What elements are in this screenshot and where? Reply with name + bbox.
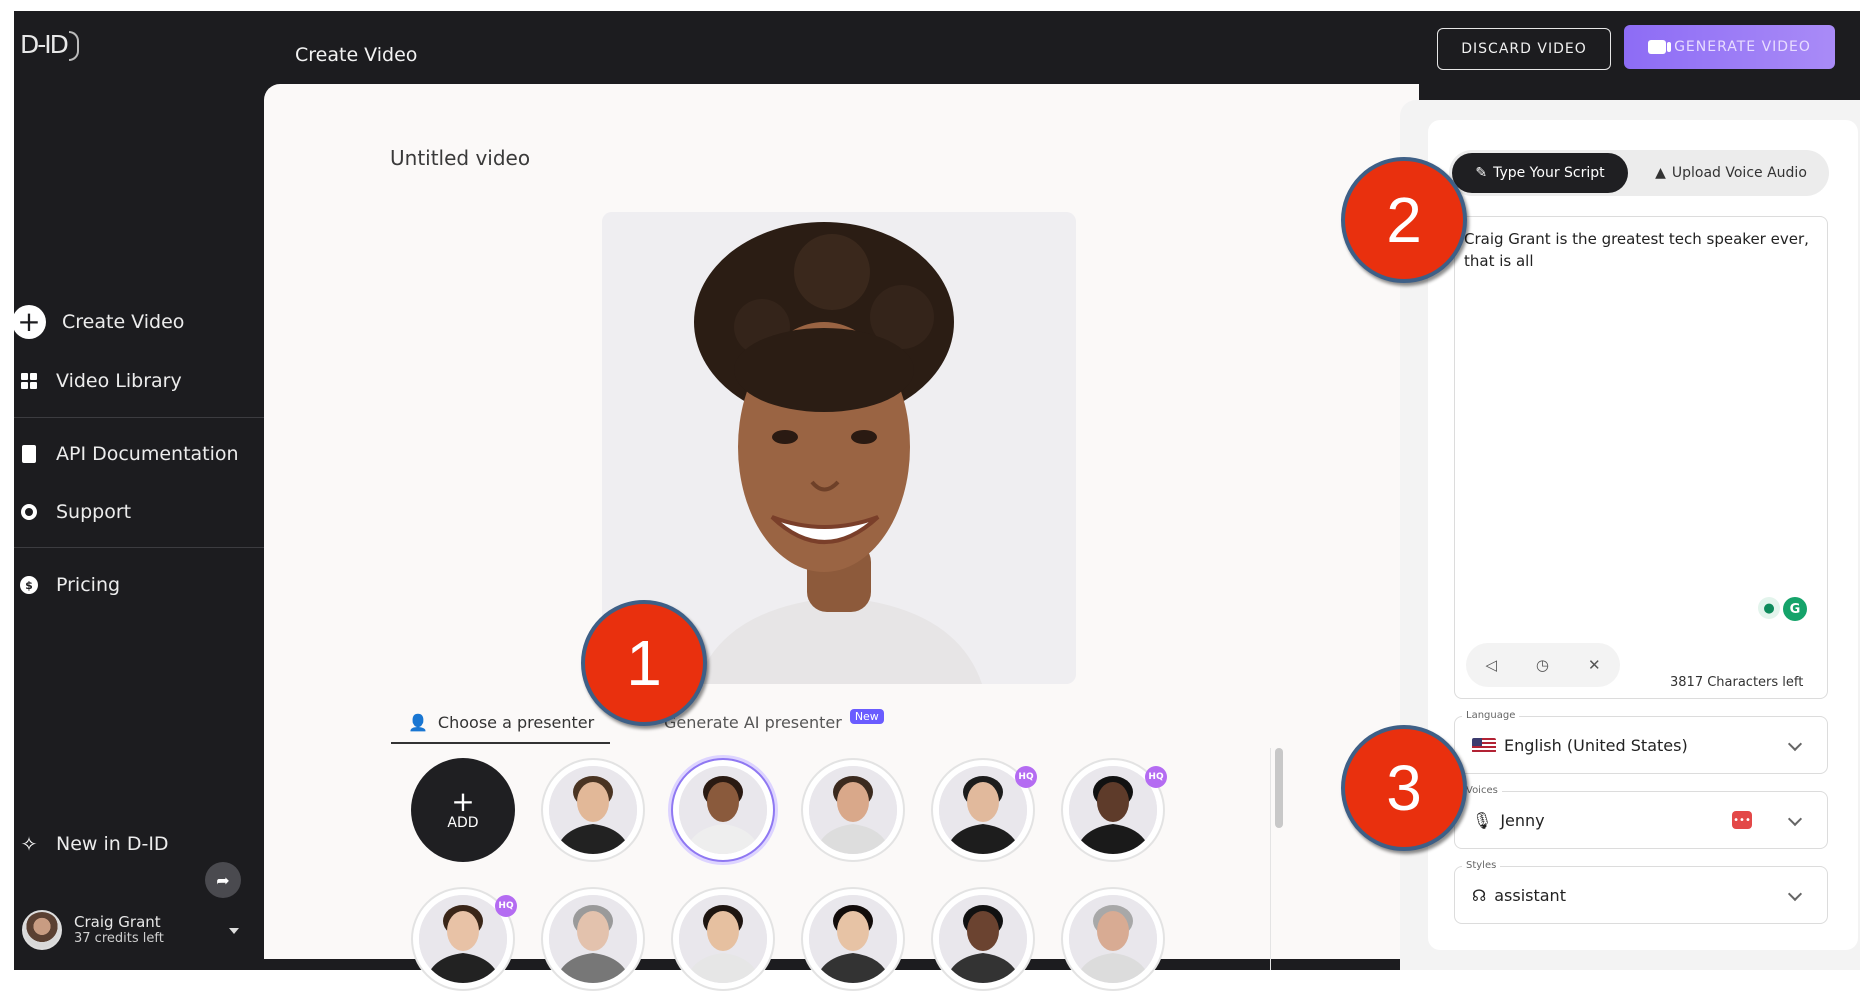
sidebar-item-label: Video Library	[56, 370, 182, 392]
presenter-thumbnail[interactable]	[671, 758, 775, 862]
share-icon[interactable]: ➦	[205, 862, 241, 898]
script-tools: ◁ ◷ ✕	[1466, 643, 1620, 687]
active-tab-indicator	[391, 742, 610, 744]
tab-label: Choose a presenter	[437, 713, 595, 732]
suggestion-icon: ●	[1758, 597, 1780, 619]
script-text[interactable]: Craig Grant is the greatest tech speaker…	[1464, 228, 1814, 272]
edit-icon: ✎	[1475, 165, 1488, 181]
video-title[interactable]: Untitled video	[390, 146, 530, 170]
hq-badge: HQ	[495, 895, 517, 917]
sidebar-item-label: API Documentation	[56, 443, 239, 465]
new-badge: New	[849, 709, 884, 724]
presenter-thumbnail[interactable]	[671, 887, 775, 991]
screenshot-margin-left	[0, 0, 14, 970]
style-value: ☊ assistant	[1472, 886, 1566, 905]
language-value: English (United States)	[1472, 736, 1688, 755]
whats-new-label: New in D-ID	[56, 833, 169, 855]
add-label: ADD	[447, 815, 479, 831]
chevron-down-icon[interactable]	[229, 928, 239, 934]
timer-icon[interactable]: ◷	[1536, 656, 1549, 674]
sidebar-item-pricing[interactable]: $ Pricing	[18, 574, 120, 596]
sidebar-item-label: Pricing	[56, 574, 121, 596]
sidebar-item-label: Support	[56, 501, 132, 523]
sidebar-item-video-library[interactable]: Video Library	[18, 370, 182, 392]
sparkle-icon: ✧	[20, 832, 38, 856]
page-title: Create Video	[295, 44, 418, 66]
presenter-thumbnail[interactable]	[931, 887, 1035, 991]
voice-preview-icon[interactable]: ◁	[1485, 656, 1497, 674]
voice-value: 🎙 Jenny	[1472, 811, 1545, 830]
scroll-track	[1270, 748, 1271, 970]
tab-label: Generate AI presenter	[664, 713, 842, 732]
avatar	[22, 910, 62, 950]
sidebar-divider	[14, 547, 267, 548]
lifebuoy-icon	[18, 501, 40, 523]
tab-upload-voice-audio[interactable]: ▲ Upload Voice Audio	[1638, 153, 1824, 193]
plus-circle-icon: +	[12, 305, 46, 339]
grammarly-widget[interactable]: ● G	[1758, 597, 1807, 621]
did-logo[interactable]: D-ID	[20, 30, 79, 61]
voice-more-icon[interactable]: •••	[1732, 811, 1752, 829]
user-name: Craig Grant	[74, 913, 161, 931]
tab-generate-ai-presenter[interactable]: Generate AI presenter New	[664, 709, 884, 732]
screenshot-margin-top	[0, 0, 1860, 11]
tab-label: Upload Voice Audio	[1671, 165, 1807, 181]
us-flag-icon	[1472, 738, 1496, 753]
characters-left: 3817 Characters left	[1670, 675, 1804, 690]
discard-video-button[interactable]: DISCARD VIDEO	[1437, 28, 1611, 70]
language-label: Language	[1462, 710, 1520, 721]
camera-icon	[1648, 40, 1672, 54]
presenter-thumbnail[interactable]	[541, 758, 645, 862]
sidebar-item-support[interactable]: Support	[18, 501, 131, 523]
tab-type-your-script[interactable]: ✎ Type Your Script	[1452, 153, 1628, 193]
microphone-icon: 🎙	[1472, 811, 1493, 830]
credits-left: 37 credits left	[74, 931, 164, 946]
styles-label: Styles	[1462, 860, 1501, 871]
generate-video-button[interactable]: GENERATE VIDEO	[1624, 25, 1835, 69]
grammarly-icon: G	[1783, 597, 1807, 621]
sidebar-divider	[14, 417, 267, 418]
hq-badge: HQ	[1015, 766, 1037, 788]
sidebar-item-label: Create Video	[62, 311, 185, 333]
document-icon	[18, 443, 40, 465]
script-textarea[interactable]	[1454, 216, 1828, 699]
grid-icon	[18, 370, 40, 392]
presenter-thumbnail[interactable]	[801, 887, 905, 991]
plus-icon: +	[451, 785, 475, 818]
sidebar-item-create-video[interactable]: + Create Video	[12, 305, 185, 339]
hq-badge: HQ	[1145, 766, 1167, 788]
style-icon: ☊	[1472, 886, 1487, 905]
presenter-thumbnail[interactable]	[1061, 887, 1165, 991]
sidebar-item-api-documentation[interactable]: API Documentation	[18, 443, 239, 465]
person-icon: 👤	[408, 713, 428, 732]
presenter-thumbnail[interactable]	[541, 887, 645, 991]
scrollbar[interactable]	[1275, 748, 1283, 828]
annotation-callout-2: 2	[1341, 157, 1467, 283]
coin-icon: $	[18, 574, 40, 596]
user-account[interactable]: Craig Grant 37 credits left	[22, 910, 164, 950]
voices-label: Voices	[1462, 785, 1502, 796]
mute-icon[interactable]: ✕	[1588, 656, 1601, 674]
upload-icon: ▲	[1655, 165, 1666, 181]
whats-new-link[interactable]: ✧ New in D-ID	[18, 832, 169, 856]
generate-video-label: GENERATE VIDEO	[1674, 39, 1811, 55]
tab-choose-presenter[interactable]: 👤 Choose a presenter	[408, 713, 594, 732]
annotation-callout-1: 1	[581, 600, 707, 726]
presenter-thumbnail[interactable]	[801, 758, 905, 862]
tab-label: Type Your Script	[1493, 165, 1605, 181]
add-presenter-button[interactable]: + ADD	[411, 758, 515, 862]
annotation-callout-3: 3	[1341, 725, 1467, 851]
